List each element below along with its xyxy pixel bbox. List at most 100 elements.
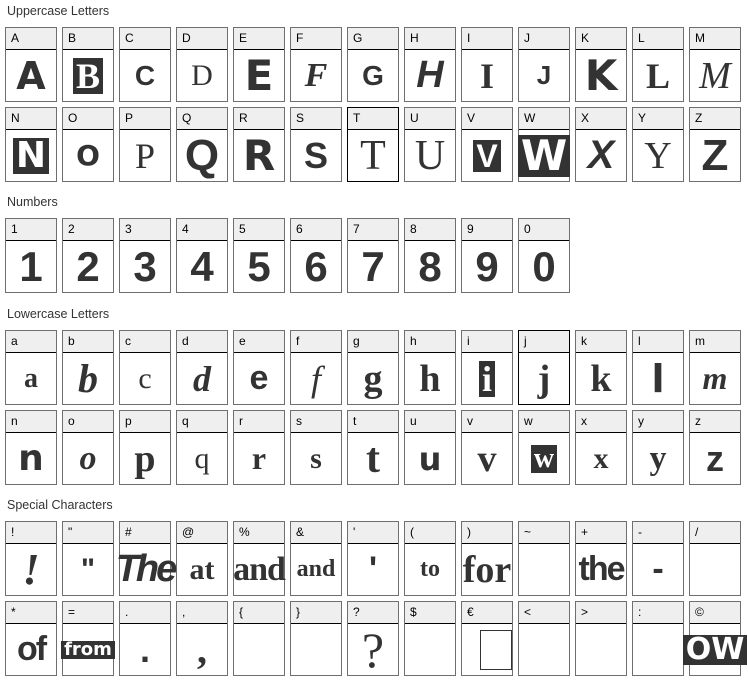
glyph-cell[interactable]: rr [233,410,285,485]
glyph-cell[interactable]: & and [290,521,342,596]
glyph-cell[interactable]: 22 [62,218,114,293]
glyph-text: D [191,58,213,92]
glyph-cell[interactable]: hh [404,330,456,405]
glyph-cell[interactable]: ' ' [347,521,399,596]
glyph-cell[interactable]: > [575,601,627,676]
glyph-cell[interactable]: bb [62,330,114,405]
glyph-cell[interactable]: mm [689,330,741,405]
glyph-cell[interactable]: XX [575,107,627,182]
glyph-cell[interactable]: $ [404,601,456,676]
glyph-cell[interactable]: + the [575,521,627,596]
glyph-cell[interactable]: HH [404,27,456,102]
glyph-cell[interactable]: ll [632,330,684,405]
glyph-cell[interactable]: } [290,601,342,676]
glyph-text: " [80,552,96,586]
glyph-cell[interactable]: PP [119,107,171,182]
glyph-cell[interactable]: yy [632,410,684,485]
glyph-cell[interactable]: 77 [347,218,399,293]
glyph-cell[interactable]: .. [119,601,171,676]
glyph-cell[interactable]: QQ [176,107,228,182]
glyph-cell[interactable]: 66 [290,218,342,293]
glyph-cell[interactable]: ZZ [689,107,741,182]
glyph-cell[interactable]: ,, [176,601,228,676]
glyph-cell[interactable]: FF [290,27,342,102]
glyph-cell-label: r [234,411,284,433]
glyph-cell[interactable]: tt [347,410,399,485]
glyph-cell[interactable]: 44 [176,218,228,293]
glyph-text: 4 [190,242,214,290]
glyph-cell[interactable]: -- [632,521,684,596]
glyph-text: at [189,552,215,586]
glyph-cell[interactable]: ) for [461,521,513,596]
glyph-cell[interactable]: ii [461,330,513,405]
glyph-cell[interactable]: 99 [461,218,513,293]
glyph-cell[interactable]: NN [5,107,57,182]
glyph-cell[interactable]: gg [347,330,399,405]
glyph-cell[interactable]: : [632,601,684,676]
glyph-cell[interactable]: xx [575,410,627,485]
glyph-cell[interactable]: SS [290,107,342,182]
glyph-cell[interactable]: AA [5,27,57,102]
glyph-cell[interactable]: / [689,521,741,596]
glyph-cell[interactable]: kk [575,330,627,405]
glyph-cell[interactable]: # The [116,521,177,596]
glyph-preview: s [291,433,341,484]
glyph-cell-label: + [576,522,626,544]
glyph-cell[interactable]: 33 [119,218,171,293]
glyph-cell[interactable]: (to [404,521,456,596]
glyph-cell[interactable]: MM [689,27,741,102]
glyph-cell[interactable]: dd [176,330,228,405]
glyph-cell[interactable]: 55 [233,218,285,293]
glyph-cell[interactable]: < [518,601,570,676]
glyph-cell[interactable]: cc [119,330,171,405]
glyph-cell[interactable]: 88 [404,218,456,293]
glyph-cell[interactable]: ee [233,330,285,405]
glyph-cell[interactable]: VV [461,107,513,182]
glyph-cell[interactable]: ?? [347,601,399,678]
glyph-cell[interactable]: WW [517,107,571,182]
glyph-cell[interactable]: EE [233,27,285,102]
glyph-cell[interactable]: CC [119,27,171,102]
glyph-cell[interactable]: % and [233,521,286,596]
glyph-cell[interactable]: = from [61,601,115,676]
glyph-cell[interactable]: !! [5,521,57,596]
glyph-cell[interactable]: LL [632,27,684,102]
glyph-cell[interactable]: jj [518,330,570,405]
glyph-cell[interactable]: € [461,601,513,676]
glyph-cell[interactable]: " " [62,521,114,596]
glyph-cell[interactable]: 00 [518,218,570,293]
glyph-cell[interactable]: vv [461,410,513,485]
glyph-cell[interactable]: @ at [176,521,228,596]
glyph-cell[interactable]: uu [404,410,456,485]
glyph-cell[interactable]: YY [632,107,684,182]
glyph-cell[interactable]: BB [62,27,114,102]
glyph-cell[interactable]: GG [347,27,399,102]
glyph-cell[interactable]: TT [347,107,399,182]
glyph-cell[interactable]: ~ [518,521,570,596]
glyph-text: w [530,444,558,473]
glyph-cell[interactable]: ss [290,410,342,485]
glyph-text: 0 [532,242,556,290]
glyph-cell[interactable]: zz [689,410,741,485]
glyph-cell[interactable]: RR [233,107,285,182]
glyph-text: a [24,362,38,394]
glyph-cell[interactable]: JJ [518,27,570,102]
glyph-cell[interactable]: UU [404,107,456,182]
glyph-cell[interactable]: ff [290,330,342,405]
glyph-cell-label: K [576,28,626,50]
glyph-cell[interactable]: KK [575,27,627,102]
glyph-cell[interactable]: oo [62,410,114,485]
glyph-cell[interactable]: 11 [5,218,57,293]
glyph-cell[interactable]: II [461,27,513,102]
glyph-preview: o [63,433,113,484]
glyph-cell[interactable]: © OW [682,601,748,676]
glyph-cell[interactable]: * of [5,601,57,676]
glyph-cell[interactable]: nn [5,410,57,485]
glyph-cell[interactable]: pp [119,410,171,485]
glyph-cell[interactable]: DD [176,27,228,102]
glyph-cell[interactable]: qq [176,410,228,485]
glyph-cell[interactable]: aa [5,330,57,405]
glyph-cell[interactable]: ww [518,410,570,485]
glyph-cell[interactable]: { [233,601,285,676]
glyph-cell[interactable]: OO [62,107,114,182]
